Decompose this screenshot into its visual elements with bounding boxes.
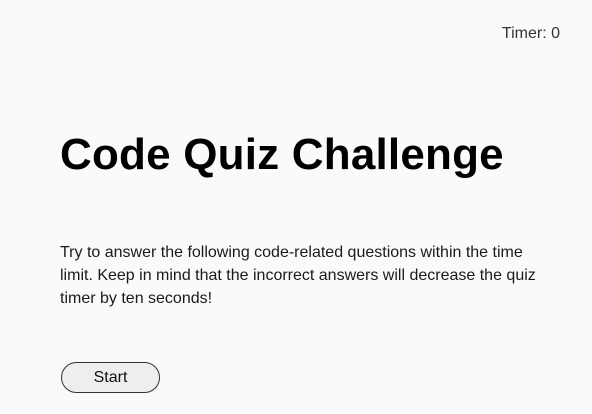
intro-text: Try to answer the following code-related… <box>60 244 536 307</box>
timer-label: Timer: <box>501 25 552 42</box>
timer-display: Timer: 0 <box>502 25 560 43</box>
start-button[interactable]: Start <box>61 362 160 393</box>
timer-value: 0 <box>551 25 560 42</box>
page-title: Code Quiz Challenge <box>60 130 504 179</box>
quiz-page: Timer: 0 Code Quiz Challenge Try to answ… <box>0 0 592 414</box>
